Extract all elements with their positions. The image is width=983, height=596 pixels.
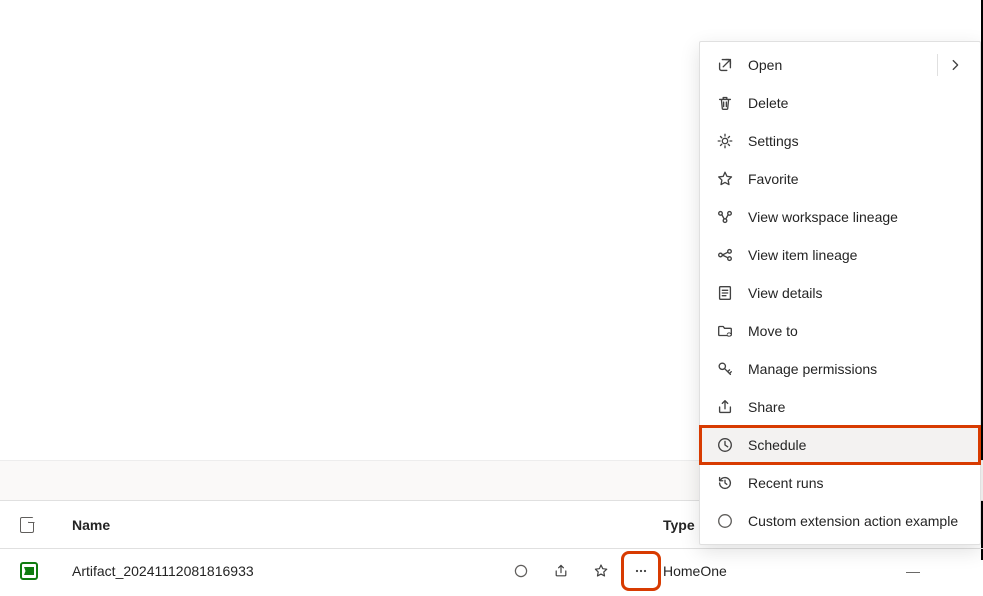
header-type-icon-col (20, 517, 64, 533)
menu-label: Settings (740, 133, 964, 149)
menu-label: View details (740, 285, 964, 301)
favorite-button[interactable] (587, 557, 615, 585)
menu-item-share[interactable]: Share (700, 388, 980, 426)
radio-select-button[interactable] (507, 557, 535, 585)
row-name[interactable]: Artifact_20241112081816933 (64, 563, 503, 579)
context-menu: Open Delete Settings Favorite View works… (699, 41, 981, 545)
menu-item-manage-permissions[interactable]: Manage permissions (700, 350, 980, 388)
menu-item-delete[interactable]: Delete (700, 84, 980, 122)
menu-label: Move to (740, 323, 964, 339)
row-last-column: — (863, 563, 963, 579)
chevron-right-icon (946, 58, 964, 72)
menu-item-move-to[interactable]: Move to (700, 312, 980, 350)
menu-label: View item lineage (740, 247, 964, 263)
clock-icon (716, 436, 740, 454)
menu-item-view-details[interactable]: View details (700, 274, 980, 312)
table-row[interactable]: Artifact_20241112081816933 HomeOne — (0, 549, 983, 593)
more-options-button[interactable] (627, 557, 655, 585)
menu-label: Custom extension action example (740, 513, 964, 529)
menu-item-schedule[interactable]: Schedule (700, 426, 980, 464)
menu-item-workspace-lineage[interactable]: View workspace lineage (700, 198, 980, 236)
submenu-divider (937, 54, 938, 76)
header-name[interactable]: Name (64, 517, 503, 533)
menu-label: View workspace lineage (740, 209, 964, 225)
lineage-workspace-icon (716, 208, 740, 226)
lineage-item-icon (716, 246, 740, 264)
trash-icon (716, 94, 740, 112)
radio-icon (716, 512, 740, 530)
gear-icon (716, 132, 740, 150)
artifact-type-icon (20, 562, 38, 580)
menu-label: Schedule (740, 437, 964, 453)
menu-label: Share (740, 399, 964, 415)
folder-move-icon (716, 322, 740, 340)
menu-label: Open (740, 57, 946, 73)
share-button[interactable] (547, 557, 575, 585)
menu-label: Recent runs (740, 475, 964, 491)
open-icon (716, 56, 740, 74)
star-icon (716, 170, 740, 188)
menu-item-recent-runs[interactable]: Recent runs (700, 464, 980, 502)
menu-item-open[interactable]: Open (700, 46, 980, 84)
menu-item-item-lineage[interactable]: View item lineage (700, 236, 980, 274)
share-icon (716, 398, 740, 416)
key-icon (716, 360, 740, 378)
row-type-icon-cell (20, 562, 64, 580)
menu-label: Favorite (740, 171, 964, 187)
row-type: HomeOne (663, 563, 863, 579)
row-actions (503, 557, 663, 585)
menu-item-settings[interactable]: Settings (700, 122, 980, 160)
details-icon (716, 284, 740, 302)
menu-item-favorite[interactable]: Favorite (700, 160, 980, 198)
menu-label: Manage permissions (740, 361, 964, 377)
menu-item-custom-extension[interactable]: Custom extension action example (700, 502, 980, 540)
history-icon (716, 474, 740, 492)
document-icon (20, 517, 34, 533)
menu-label: Delete (740, 95, 964, 111)
